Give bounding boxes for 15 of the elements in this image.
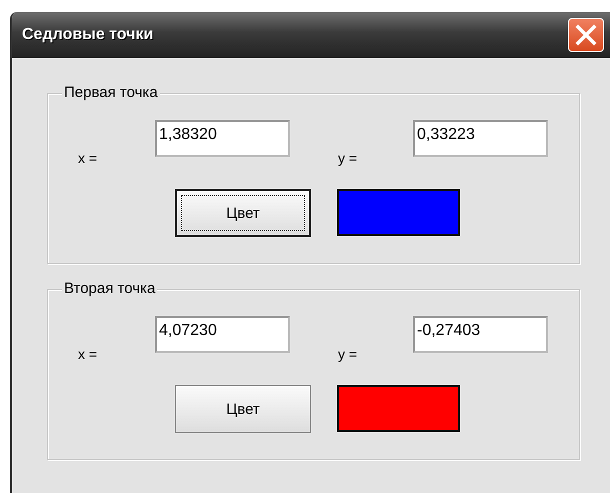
group-title: Вторая точка — [62, 280, 158, 298]
y-input-field[interactable]: 0,33223 — [413, 120, 548, 157]
group-title: Первая точка — [62, 84, 160, 102]
x-label: x = — [78, 346, 98, 362]
close-button[interactable] — [568, 18, 604, 52]
y-label: y = — [338, 150, 358, 166]
color-button[interactable]: Цвет — [175, 385, 311, 433]
color-button[interactable]: Цвет — [175, 189, 311, 237]
x-input-field[interactable]: 4,07230 — [155, 316, 290, 353]
window-title: Седловые точки — [22, 26, 154, 44]
y-label: y = — [338, 346, 358, 362]
x-label: x = — [78, 150, 98, 166]
x-input-field[interactable]: 1,38320 — [155, 120, 290, 157]
y-input-field[interactable]: -0,27403 — [413, 316, 548, 353]
close-icon — [575, 24, 597, 46]
